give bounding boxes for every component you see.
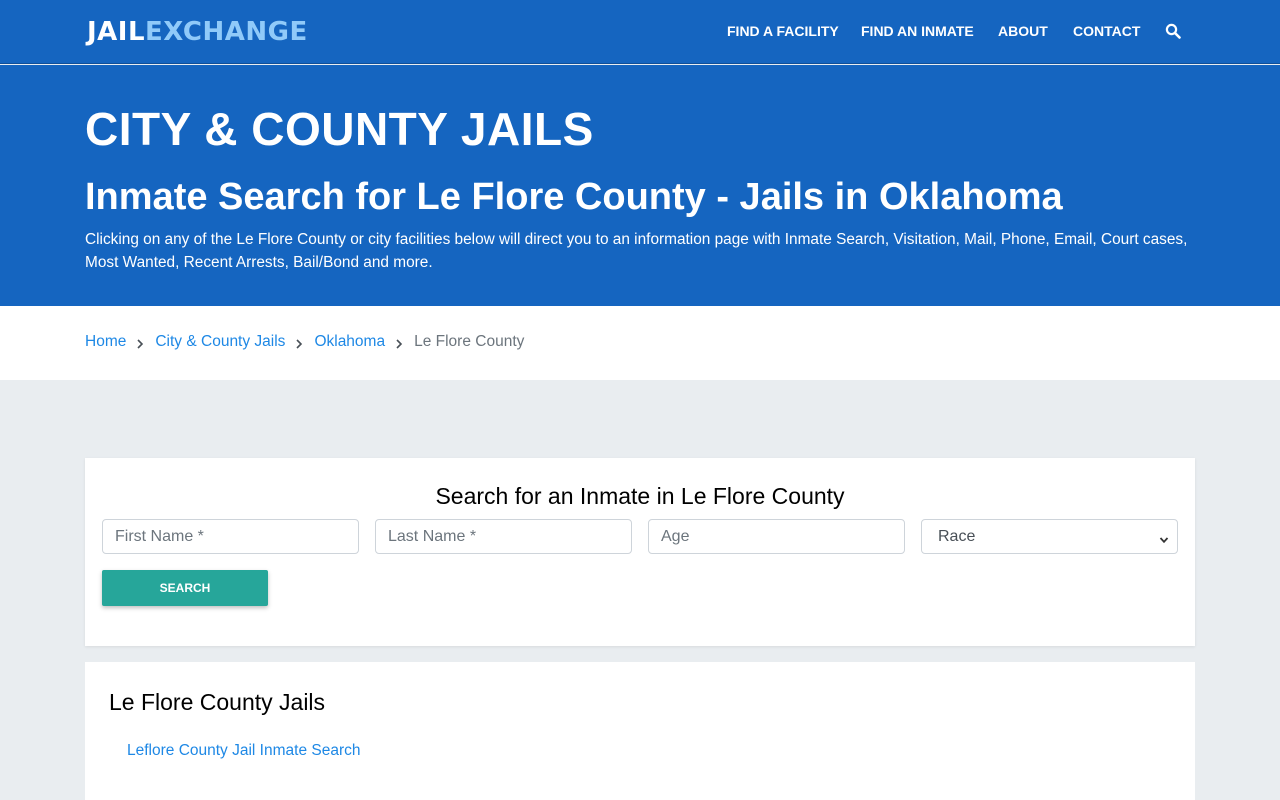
nav-contact[interactable]: CONTACT [1073,23,1140,39]
inmate-search-card: Search for an Inmate in Le Flore County … [85,458,1195,646]
nav-about[interactable]: ABOUT [998,23,1048,39]
nav-find-inmate[interactable]: FIND AN INMATE [861,23,974,39]
hero-banner: CITY & COUNTY JAILS Inmate Search for Le… [0,65,1280,306]
breadcrumb-city-county-jails[interactable]: City & County Jails [155,332,285,352]
breadcrumb-home[interactable]: Home [85,332,126,352]
top-navbar: JAILEXCHANGE FIND A FACILITY FIND AN INM… [0,0,1280,64]
chevron-down-icon [1159,532,1169,544]
jails-list-title: Le Flore County Jails [109,689,326,715]
chevron-right-icon [135,336,145,349]
first-name-input[interactable] [102,519,359,554]
race-select[interactable]: Race [921,519,1178,554]
age-input[interactable] [648,519,905,554]
logo-part-exchange: EXCHANGE [145,17,308,47]
page-title: Inmate Search for Le Flore County - Jail… [85,176,1063,218]
section-heading: CITY & COUNTY JAILS [85,103,594,155]
breadcrumb-oklahoma[interactable]: Oklahoma [314,332,385,352]
jail-link[interactable]: Leflore County Jail Inmate Search [127,741,360,761]
nav-find-facility[interactable]: FIND A FACILITY [727,23,839,39]
chevron-right-icon [394,336,404,349]
jails-list-card: Le Flore County Jails Leflore County Jai… [85,662,1195,800]
last-name-input[interactable] [375,519,632,554]
logo-part-jail: JAIL [87,17,146,47]
search-icon[interactable] [1165,23,1181,39]
search-button[interactable]: SEARCH [102,570,268,606]
search-card-title: Search for an Inmate in Le Flore County [435,483,845,509]
breadcrumb: Home City & County Jails Oklahoma Le Flo… [85,332,524,352]
page-description: Clicking on any of the Le Flore County o… [85,231,1188,271]
race-select-value: Race [938,528,976,545]
breadcrumb-bar: Home City & County Jails Oklahoma Le Flo… [0,306,1280,380]
site-logo[interactable]: JAILEXCHANGE [87,17,308,47]
chevron-right-icon [294,336,304,349]
breadcrumb-current: Le Flore County [414,333,525,350]
